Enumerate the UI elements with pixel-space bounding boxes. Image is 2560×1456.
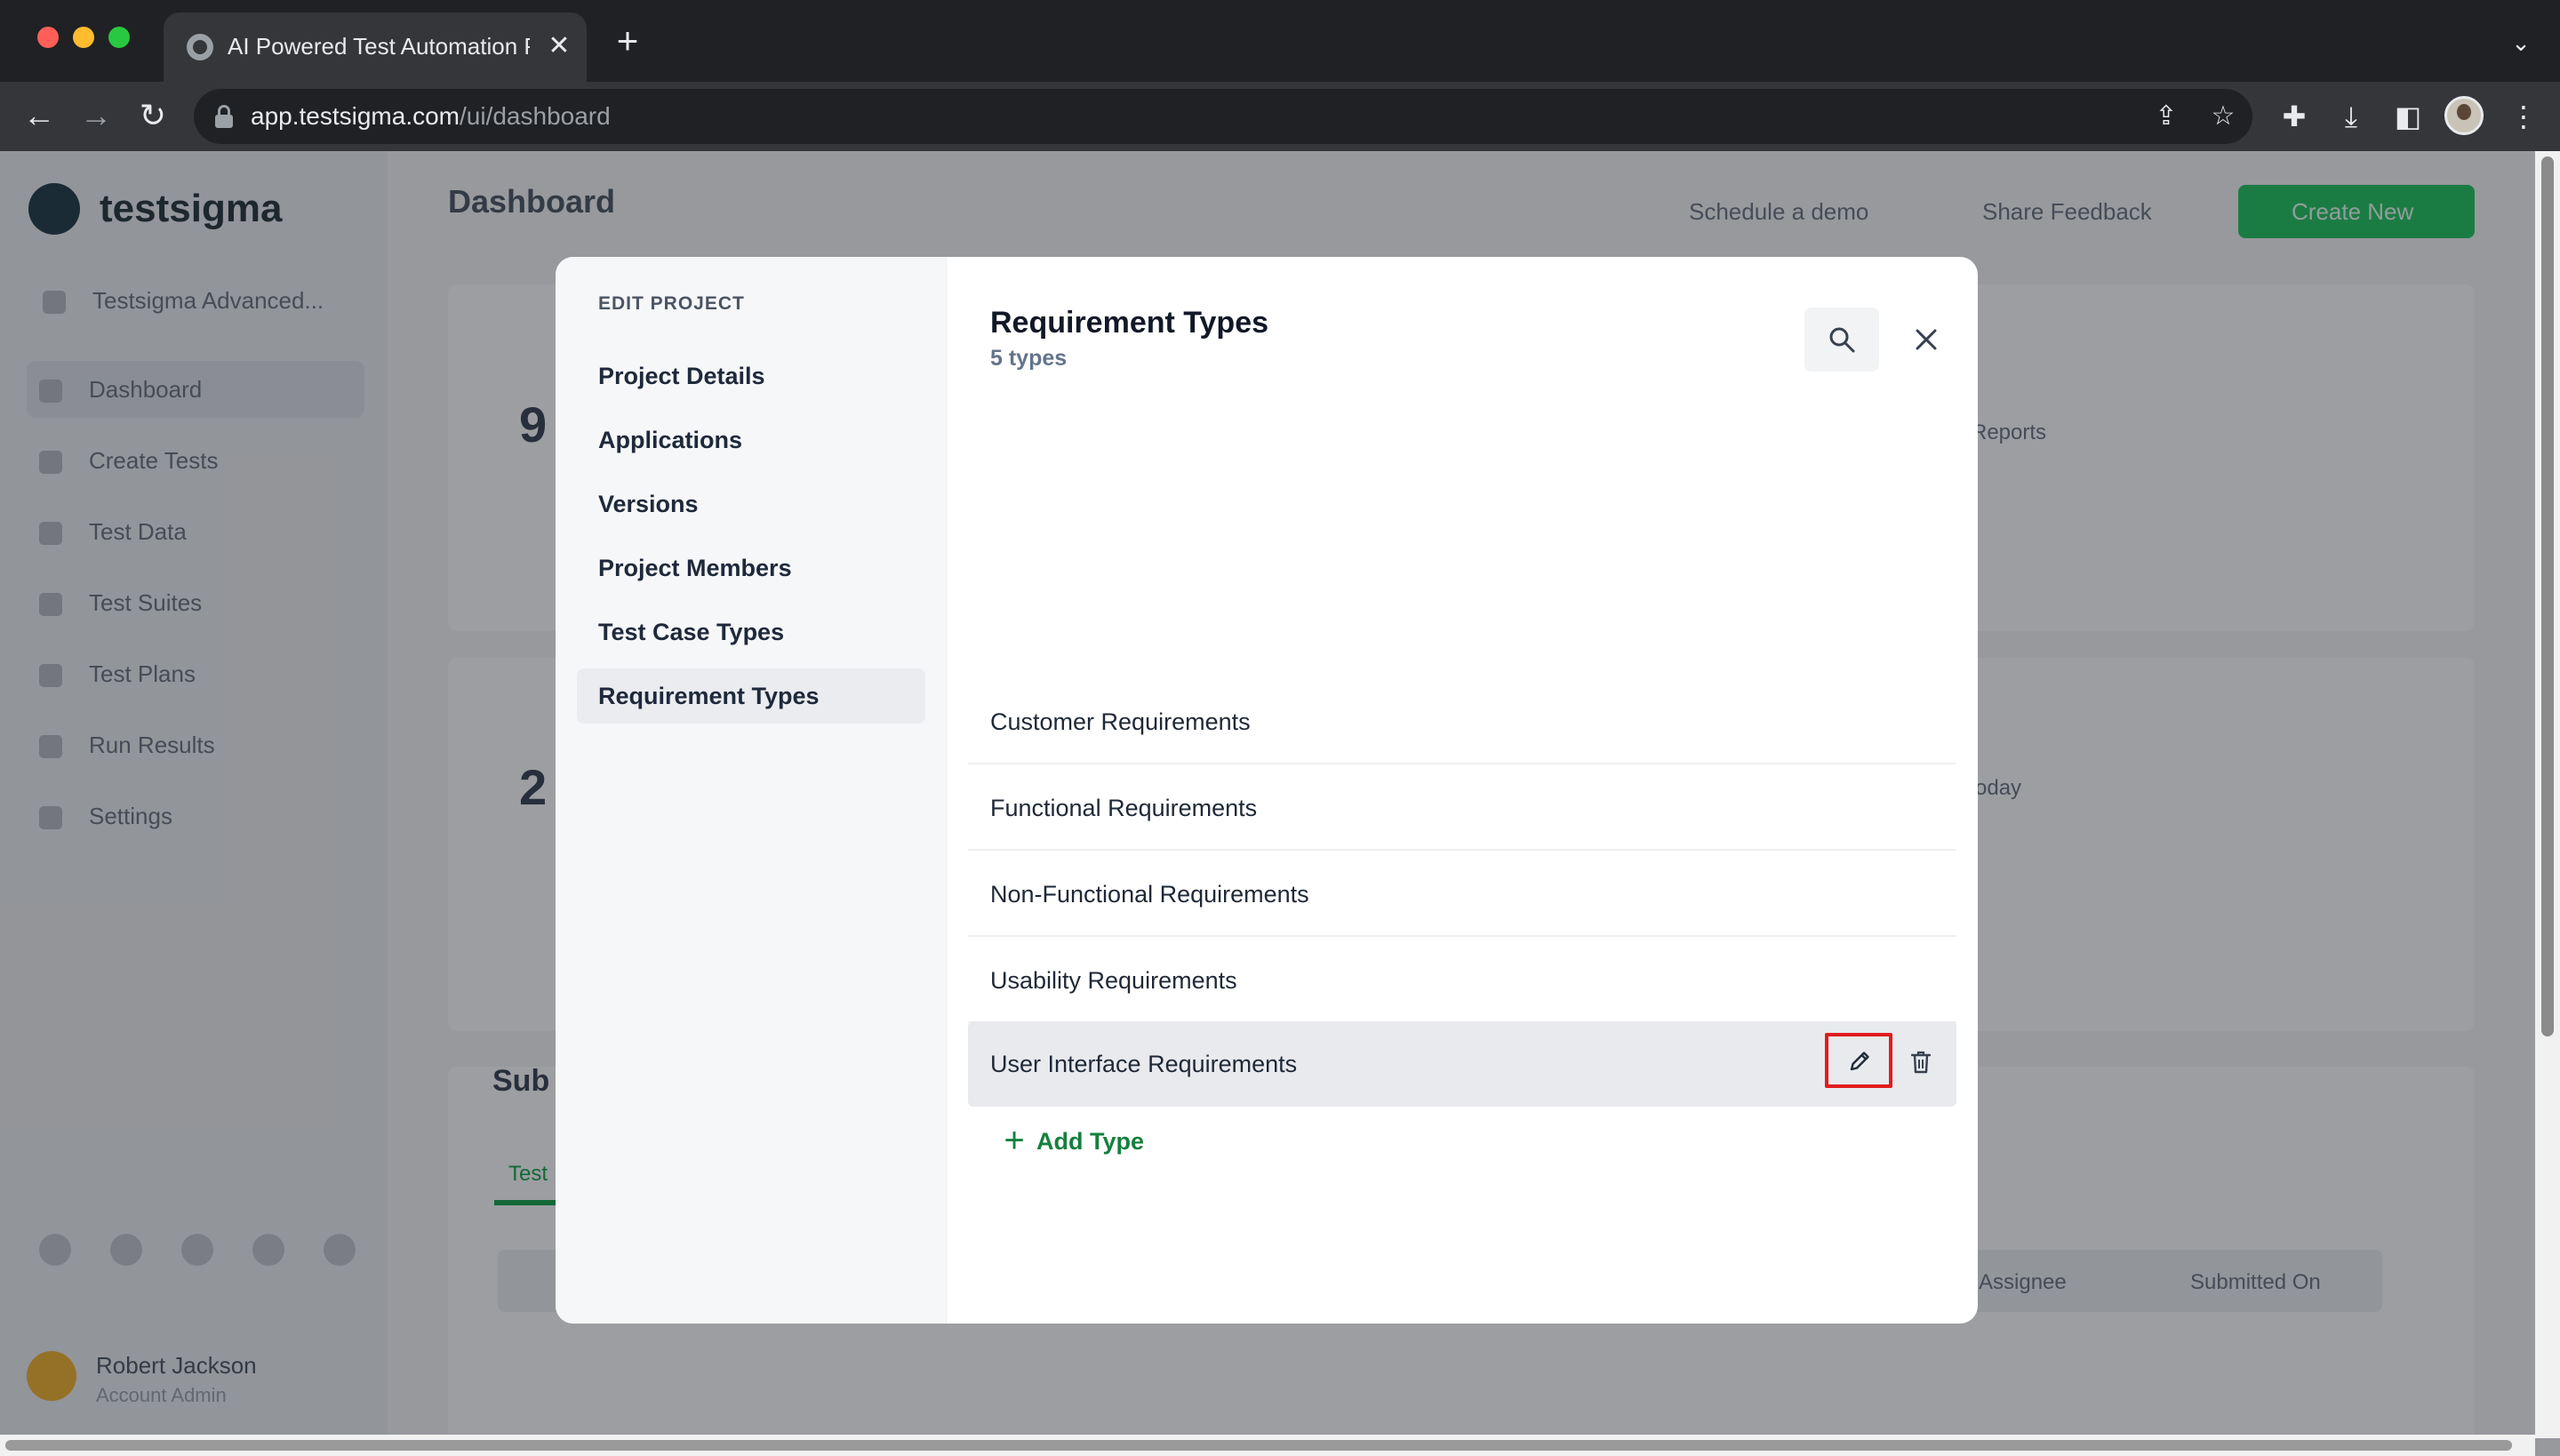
modal-nav: EDIT PROJECT Project Details Application… — [556, 257, 947, 1324]
search-icon — [1829, 327, 1855, 353]
trash-icon — [1911, 1051, 1931, 1074]
close-icon — [1916, 329, 1937, 350]
type-count: 5 types — [990, 346, 1068, 371]
edit-project-modal: EDIT PROJECT Project Details Application… — [556, 257, 1978, 1324]
requirement-type-row[interactable]: Functional Requirements — [968, 765, 1956, 851]
tab-close-icon[interactable]: ✕ — [544, 30, 574, 62]
edit-type-button[interactable] — [1825, 1033, 1892, 1088]
requirement-type-row[interactable]: Usability Requirements — [968, 938, 1956, 1023]
scrollbar-thumb[interactable] — [2541, 156, 2554, 1036]
section-title: Requirement Types — [990, 306, 1269, 340]
requirement-type-label: User Interface Requirements — [990, 1051, 1298, 1077]
requirement-type-label: Functional Requirements — [990, 795, 1258, 821]
forward-icon[interactable]: → — [75, 94, 117, 137]
kebab-menu-icon[interactable]: ⋮ — [2505, 98, 2542, 135]
new-tab-button[interactable]: + — [610, 22, 645, 60]
requirement-type-label: Customer Requirements — [990, 708, 1251, 735]
modal-content: Requirement Types 5 types Customer Requi… — [947, 257, 1978, 1324]
lock-icon[interactable] — [213, 105, 235, 128]
nav-heading: EDIT PROJECT — [598, 293, 745, 314]
url-text[interactable]: app.testsigma.com/ui/dashboard — [251, 100, 611, 133]
add-type-button[interactable]: + Add Type — [996, 1121, 1174, 1162]
globe-icon — [187, 34, 213, 60]
nav-item-versions[interactable]: Versions — [577, 476, 925, 532]
url-path: /ui/dashboard — [460, 102, 611, 130]
horizontal-scrollbar[interactable] — [0, 1435, 2535, 1456]
requirement-type-row[interactable]: User Interface Requirements — [968, 1021, 1956, 1107]
star-icon[interactable]: ☆ — [2206, 100, 2240, 133]
extensions-icon[interactable]: ✚ — [2276, 98, 2313, 135]
nav-item-applications[interactable]: Applications — [577, 412, 925, 468]
plus-icon: + — [1004, 1121, 1025, 1160]
requirement-type-label: Usability Requirements — [990, 967, 1237, 994]
pencil-icon — [1850, 1052, 1869, 1071]
nav-item-requirement-types[interactable]: Requirement Types — [577, 668, 925, 724]
browser-tab[interactable]: AI Powered Test Automation P ✕ — [164, 12, 587, 82]
back-icon[interactable]: ← — [18, 94, 60, 137]
delete-type-button[interactable] — [1903, 1044, 1939, 1083]
window-close-button[interactable] — [37, 27, 59, 48]
share-icon[interactable]: ⇪ — [2149, 100, 2183, 133]
close-modal-button[interactable] — [1903, 316, 1949, 363]
scrollbar-thumb[interactable] — [5, 1440, 2512, 1451]
nav-item-test-case-types[interactable]: Test Case Types — [577, 604, 925, 660]
search-button[interactable] — [1804, 308, 1879, 372]
nav-item-label: Versions — [598, 491, 699, 517]
nav-item-label: Applications — [598, 427, 743, 453]
tab-title: AI Powered Test Automation P — [228, 33, 530, 60]
reload-icon[interactable]: ↻ — [132, 94, 174, 137]
url-host: app.testsigma.com — [251, 102, 460, 130]
nav-item-project-details[interactable]: Project Details — [577, 348, 925, 404]
profile-avatar[interactable] — [2444, 96, 2484, 135]
requirement-type-label: Non-Functional Requirements — [990, 881, 1309, 908]
nav-item-label: Project Members — [598, 555, 792, 581]
vertical-scrollbar[interactable] — [2535, 151, 2560, 1438]
tab-search-chevron-icon[interactable]: ⌄ — [2503, 27, 2539, 59]
sidepanel-icon[interactable]: ◧ — [2389, 98, 2427, 135]
window-minimize-button[interactable] — [73, 27, 94, 48]
nav-item-label: Test Case Types — [598, 619, 785, 645]
browser-tab-bar: AI Powered Test Automation P ✕ + ⌄ — [0, 0, 2560, 82]
nav-item-label: Requirement Types — [598, 683, 820, 709]
add-type-label: Add Type — [1036, 1128, 1144, 1155]
requirement-type-row[interactable]: Customer Requirements — [968, 679, 1956, 764]
download-icon[interactable]: ⤓ — [2332, 98, 2370, 135]
window-maximize-button[interactable] — [108, 27, 130, 48]
browser-toolbar: ← → ↻ app.testsigma.com/ui/dashboard ⇪ ☆… — [0, 82, 2560, 151]
address-bar[interactable]: app.testsigma.com/ui/dashboard ⇪ ☆ — [194, 89, 2252, 144]
nav-item-project-members[interactable]: Project Members — [577, 540, 925, 596]
nav-item-label: Project Details — [598, 363, 765, 389]
requirement-type-row[interactable]: Non-Functional Requirements — [968, 852, 1956, 937]
